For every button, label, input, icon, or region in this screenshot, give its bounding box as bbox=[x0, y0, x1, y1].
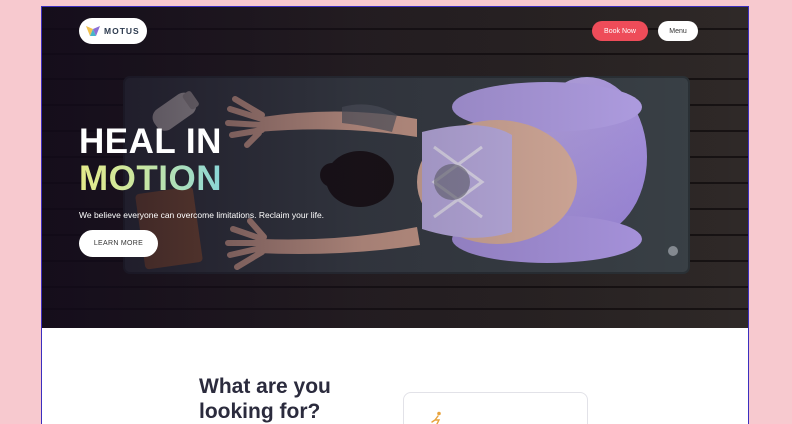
menu-button[interactable]: Menu bbox=[658, 21, 698, 41]
hero-title-line2: MOTION bbox=[79, 159, 222, 198]
logo-wordmark: MOTUS bbox=[104, 26, 140, 36]
hero-section: MOTUS Book Now Menu HEAL IN MOTION We be… bbox=[42, 7, 748, 328]
learn-more-button[interactable]: LEARN MORE bbox=[79, 230, 158, 257]
service-card[interactable] bbox=[403, 392, 588, 424]
book-now-button[interactable]: Book Now bbox=[592, 21, 648, 41]
hero-title: HEAL IN MOTION bbox=[79, 123, 222, 197]
browser-frame: MOTUS Book Now Menu HEAL IN MOTION We be… bbox=[41, 6, 749, 424]
section-title-line1: What are you bbox=[199, 375, 331, 398]
stretching-person-icon bbox=[431, 411, 441, 424]
motus-logo-icon bbox=[86, 26, 100, 36]
section-title-line2: looking for? bbox=[199, 400, 321, 423]
motus-logo[interactable]: MOTUS bbox=[79, 18, 147, 44]
hero-title-line1: HEAL IN bbox=[79, 122, 222, 161]
section-title: What are you looking for? bbox=[199, 374, 331, 424]
hero-subtitle: We believe everyone can overcome limitat… bbox=[79, 210, 325, 220]
